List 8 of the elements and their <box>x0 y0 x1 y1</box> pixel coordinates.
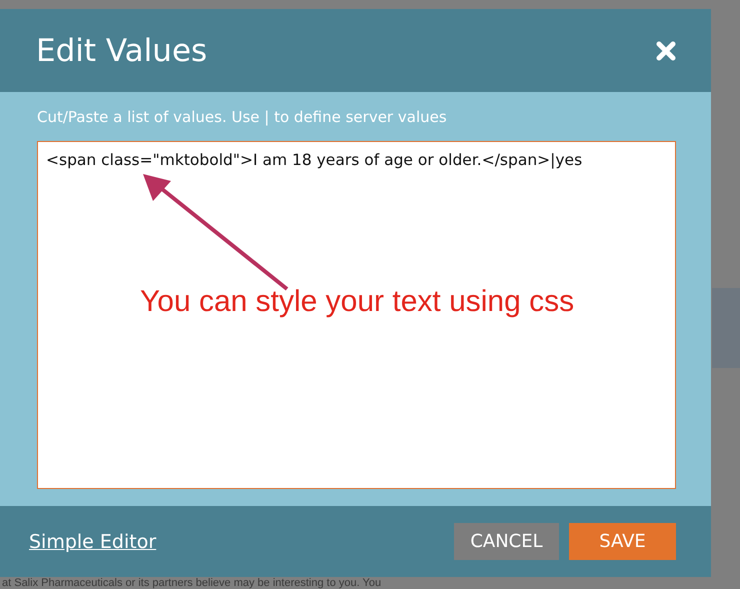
annotation-text: You can style your text using css <box>140 285 574 319</box>
simple-editor-link[interactable]: Simple Editor <box>29 530 156 552</box>
instruction-text: Cut/Paste a list of values. Use | to define server values <box>37 108 448 126</box>
close-icon[interactable] <box>655 40 677 62</box>
background-text: at Salix Pharmaceuticals or its partners believe may be interesting to you. You <box>2 577 382 589</box>
dialog-title: Edit Values <box>36 32 208 68</box>
cancel-button[interactable]: CANCEL <box>454 523 559 560</box>
save-button[interactable]: SAVE <box>569 523 676 560</box>
